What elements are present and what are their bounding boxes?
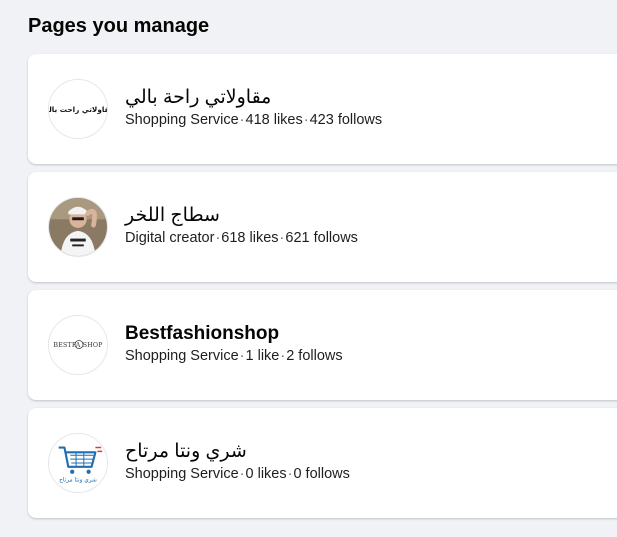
meta-separator: · [303, 112, 309, 128]
page-follows: 2 follows [286, 348, 343, 364]
meta-separator: · [239, 348, 245, 364]
avatar-logo-text: شري ونتا مرتاح [59, 477, 97, 483]
page-meta: Digital creator·618 likes·621 follows [125, 229, 358, 247]
page-likes: 0 likes [245, 466, 287, 482]
avatar-logo-text: BESTFA SHOP [53, 342, 102, 349]
section-title: Pages you manage [28, 15, 210, 37]
page-likes: 1 like [245, 348, 280, 364]
page-name[interactable]: سطاج اللخر [125, 204, 220, 228]
meta-separator: · [239, 112, 245, 128]
page-name[interactable]: شري ونتا مرتاح [125, 440, 247, 464]
page-category: Shopping Service [125, 112, 239, 128]
text-logo-icon: مقاولاتي راحت بالي [49, 80, 107, 138]
page-card-shri-wanta[interactable]: شري ونتا مرتاح شري ونتا مرتاح Shopping S… [28, 408, 617, 518]
page-follows: 0 follows [293, 466, 350, 482]
page-follows: 621 follows [285, 230, 358, 246]
page-avatar[interactable]: شري ونتا مرتاح [48, 433, 108, 493]
page-meta: Shopping Service·418 likes·423 follows [125, 111, 382, 129]
page-meta: Shopping Service·0 likes·0 follows [125, 465, 350, 483]
page-likes: 618 likes [221, 230, 279, 246]
person-photo-icon [49, 198, 107, 256]
meta-separator: · [239, 466, 245, 482]
avatar-logo-text: مقاولاتي راحت بالي [49, 105, 107, 114]
page-card-maqawalati[interactable]: مقاولاتي راحت بالي مقاولاتي راحة بالي Sh… [28, 54, 617, 164]
shopping-cart-icon: شري ونتا مرتاح [49, 434, 107, 492]
page-meta: Shopping Service·1 like·2 follows [125, 347, 343, 365]
page-follows: 423 follows [309, 112, 383, 128]
page-avatar[interactable]: BESTFA SHOP [48, 315, 108, 375]
page-category: Shopping Service [125, 348, 239, 364]
page-card-bestfashionshop[interactable]: BESTFA SHOP Bestfashionshop Shopping Ser… [28, 290, 617, 400]
page-avatar[interactable] [48, 197, 108, 257]
page-avatar[interactable]: مقاولاتي راحت بالي [48, 79, 108, 139]
page-card-staj[interactable]: سطاج اللخر Digital creator·618 likes·621… [28, 172, 617, 282]
page-category: Shopping Service [125, 466, 239, 482]
hanger-logo-icon: BESTFA SHOP [49, 316, 107, 374]
page-category: Digital creator [125, 230, 215, 246]
page-name[interactable]: Bestfashionshop [125, 322, 279, 346]
page-likes: 418 likes [245, 112, 303, 128]
page-name[interactable]: مقاولاتي راحة بالي [125, 86, 271, 110]
